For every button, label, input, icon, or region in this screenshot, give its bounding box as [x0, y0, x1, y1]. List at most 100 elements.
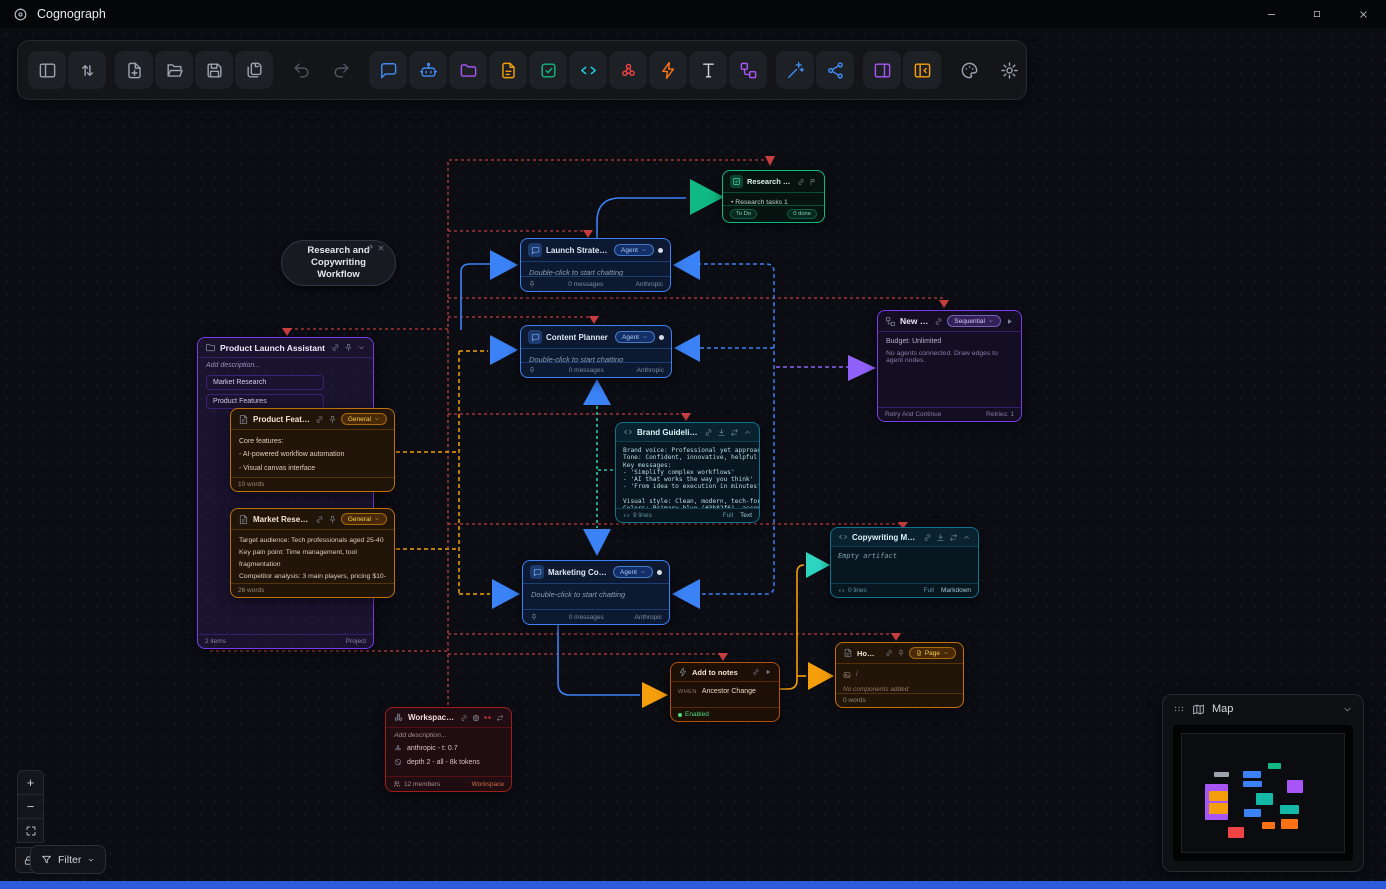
group-item[interactable]: Market Research [206, 375, 324, 390]
image-icon[interactable] [843, 671, 851, 679]
rule-row[interactable]: depth 2 - all - 8k tokens [386, 755, 511, 769]
minimize-button[interactable] [1248, 0, 1294, 28]
chat-bubble-icon[interactable] [369, 51, 407, 89]
node-add-to-notes[interactable]: Add to notes WHEN Ancestor Change Enable… [670, 662, 780, 722]
folder-open-icon[interactable] [155, 51, 193, 89]
note-type-badge[interactable]: General [341, 413, 387, 425]
folder-icon[interactable] [449, 51, 487, 89]
link-icon[interactable] [923, 533, 932, 542]
link-icon[interactable] [752, 668, 760, 676]
undo-icon[interactable] [282, 51, 320, 89]
play-icon[interactable] [764, 668, 772, 676]
slash-command-icon[interactable]: / [856, 668, 858, 681]
note-type-badge[interactable]: General [341, 513, 387, 525]
check-square-icon[interactable] [529, 51, 567, 89]
panel-right-icon[interactable] [863, 51, 901, 89]
node-market-research[interactable]: Market Research General Target audience:… [230, 508, 395, 598]
link-icon[interactable] [315, 515, 324, 524]
agent-type-badge[interactable]: Agent [615, 331, 655, 343]
link-icon[interactable] [366, 244, 374, 252]
group-description[interactable]: Add description... [198, 357, 373, 373]
rule-row[interactable]: anthropic - t: 0.7 [386, 741, 511, 755]
wand-sparkles-icon[interactable] [776, 51, 814, 89]
share-icon[interactable] [816, 51, 854, 89]
workflow-label[interactable]: Research and Copywriting Workflow [281, 240, 396, 286]
todo-item[interactable]: • Research tasks 1 [731, 197, 816, 206]
chevron-up-icon[interactable] [962, 533, 971, 542]
todo-list[interactable]: • Research tasks 1 • Research tasks 2 [723, 192, 824, 206]
download-icon[interactable] [936, 533, 945, 542]
rules-description[interactable]: Add description... [386, 727, 511, 741]
download-icon[interactable] [717, 428, 726, 437]
agent-type-badge[interactable]: Agent [614, 244, 654, 256]
molecule-icon[interactable] [609, 51, 647, 89]
pin-icon[interactable] [530, 613, 538, 621]
minimap-body[interactable] [1173, 725, 1353, 861]
link-icon[interactable] [704, 428, 713, 437]
text-icon[interactable] [689, 51, 727, 89]
trigger-value[interactable]: Ancestor Change [702, 688, 756, 695]
panel-left-icon[interactable] [28, 51, 66, 89]
link-icon[interactable] [885, 649, 893, 657]
node-product-features[interactable]: Product Features General Core features: … [230, 408, 395, 492]
sort-arrows-icon[interactable] [68, 51, 106, 89]
node-brand-guidelines[interactable]: Brand Guidelines Brand voice: Profession… [615, 422, 760, 523]
code-body[interactable]: Brand voice: Professional yet approachab… [616, 441, 759, 509]
note-body[interactable]: Target audience: Tech professionals aged… [231, 529, 394, 583]
pin-icon[interactable] [528, 280, 536, 288]
swap-icon[interactable] [730, 428, 739, 437]
pin-icon[interactable] [897, 649, 905, 657]
node-research-tasks[interactable]: Research Tasks • Research tasks 1 • Rese… [722, 170, 825, 223]
link-icon[interactable] [331, 343, 340, 352]
mode-badge[interactable]: Sequential [947, 315, 1001, 327]
view-mode[interactable]: Full [723, 512, 733, 519]
link-icon[interactable] [315, 415, 324, 424]
retry-policy[interactable]: Retry And Continue [885, 411, 941, 418]
palette-icon[interactable] [950, 51, 988, 89]
link-icon[interactable] [460, 714, 468, 722]
format-label[interactable]: Markdown [941, 587, 971, 594]
note-body[interactable]: Core features: - AI-powered workflow aut… [231, 429, 394, 477]
note-icon[interactable] [489, 51, 527, 89]
filter-button[interactable]: Filter [30, 845, 106, 874]
node-homepage-copy[interactable]: Homepage Copy Page / No components added… [835, 642, 964, 708]
chat-placeholder[interactable]: Double-click to start chatting [521, 348, 671, 363]
pin-icon[interactable] [528, 366, 536, 374]
save-all-icon[interactable] [235, 51, 273, 89]
link-icon[interactable] [934, 317, 943, 326]
zoom-in-button[interactable]: + [17, 770, 44, 795]
agent-type-badge[interactable]: Agent [613, 566, 653, 578]
chevron-up-icon[interactable] [743, 428, 752, 437]
pin-icon[interactable] [344, 343, 353, 352]
grip-icon[interactable] [1173, 703, 1185, 715]
workflow-icon[interactable] [729, 51, 767, 89]
zoom-out-button[interactable]: − [17, 794, 44, 819]
node-launch-strategy-advisor[interactable]: Launch Strategy Advisor Agent Double-cli… [520, 238, 671, 292]
globe-icon[interactable] [472, 714, 480, 722]
chevron-down-icon[interactable] [1342, 704, 1353, 715]
redo-icon[interactable] [322, 51, 360, 89]
fit-view-button[interactable] [17, 818, 44, 843]
swap-icon[interactable] [949, 533, 958, 542]
node-workspace-rules[interactable]: Workspace Rules ●● Add description... an… [385, 707, 512, 792]
node-new-orchestrator[interactable]: New Orchestrator Sequential Budget: Unli… [877, 310, 1022, 422]
empty-artifact[interactable]: Empty artifact [831, 546, 978, 584]
chat-placeholder[interactable]: Double-click to start chatting [523, 583, 669, 610]
note-type-badge[interactable]: Page [909, 647, 956, 659]
chat-placeholder[interactable]: Double-click to start chatting [521, 261, 670, 277]
pin-icon[interactable] [328, 515, 337, 524]
pin-icon[interactable] [328, 415, 337, 424]
gear-icon[interactable] [990, 51, 1028, 89]
view-mode[interactable]: Full [924, 587, 934, 594]
code-brackets-icon[interactable] [569, 51, 607, 89]
enabled-label[interactable]: Enabled [685, 711, 709, 718]
close-button[interactable] [1340, 0, 1386, 28]
play-icon[interactable] [1005, 317, 1014, 326]
link-icon[interactable] [797, 178, 805, 186]
file-plus-icon[interactable] [115, 51, 153, 89]
zap-icon[interactable] [649, 51, 687, 89]
panel-left-close-icon[interactable] [903, 51, 941, 89]
format-label[interactable]: Text [740, 512, 752, 519]
node-copywriting-memory[interactable]: Copywriting Memory Empty artifact 0 line… [830, 527, 979, 598]
node-marketing-copy-writer[interactable]: Marketing Copy Writer Agent Double-click… [522, 560, 670, 625]
